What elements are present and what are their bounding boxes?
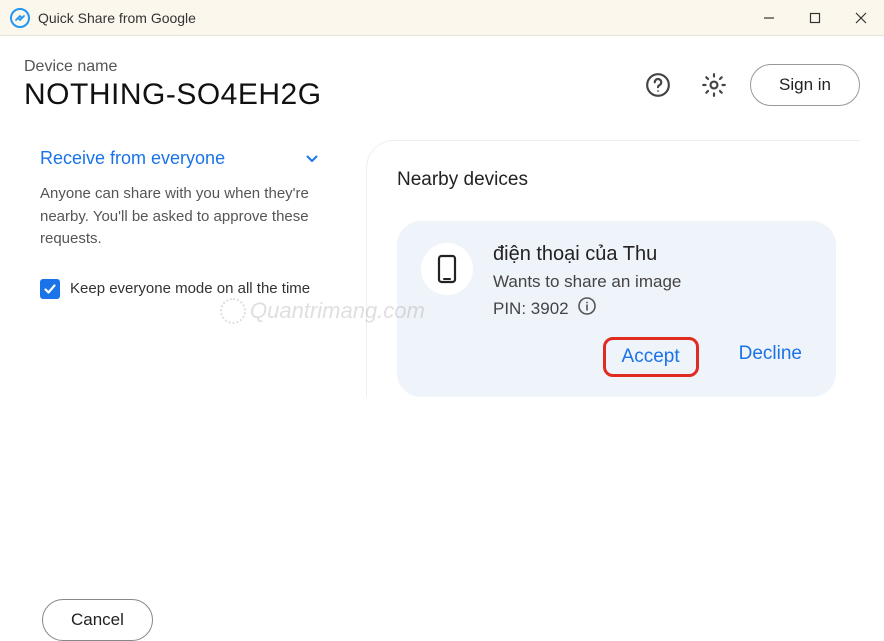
quick-share-icon [10, 8, 30, 28]
keep-mode-label: Keep everyone mode on all the time [70, 280, 310, 297]
pin-row: PIN: 3902 [493, 296, 812, 321]
keep-mode-row[interactable]: Keep everyone mode on all the time [40, 279, 318, 299]
right-panel: Nearby devices điện thoại của Thu Wants … [366, 140, 860, 397]
header-row: Device name NOTHING-SO4EH2G Sign in [24, 58, 860, 112]
receive-mode-description: Anyone can share with you when they're n… [40, 183, 318, 251]
main-area: Receive from everyone Anyone can share w… [24, 140, 860, 397]
sender-name: điện thoại của Thu [493, 243, 812, 266]
header-actions: Sign in [638, 64, 860, 106]
sign-in-button[interactable]: Sign in [750, 64, 860, 106]
left-panel: Receive from everyone Anyone can share w… [24, 140, 334, 397]
titlebar: Quick Share from Google [0, 0, 884, 36]
receive-mode-dropdown[interactable]: Receive from everyone [40, 148, 318, 169]
footer: Cancel [42, 599, 153, 641]
chevron-down-icon [306, 150, 318, 168]
device-name-label: Device name [24, 58, 322, 76]
pin-label: PIN: 3902 [493, 299, 569, 319]
window-controls [746, 0, 884, 35]
incoming-share-card: điện thoại của Thu Wants to share an ima… [397, 221, 836, 397]
info-icon[interactable] [577, 296, 597, 321]
receive-mode-label: Receive from everyone [40, 148, 225, 169]
minimize-button[interactable] [746, 0, 792, 35]
keep-mode-checkbox[interactable] [40, 279, 60, 299]
share-message: Wants to share an image [493, 272, 812, 292]
accept-button[interactable]: Accept [603, 337, 699, 377]
device-name-block: Device name NOTHING-SO4EH2G [24, 58, 322, 112]
window-title: Quick Share from Google [38, 10, 746, 26]
maximize-button[interactable] [792, 0, 838, 35]
decline-button[interactable]: Decline [729, 337, 812, 377]
phone-icon [421, 243, 473, 295]
nearby-devices-title: Nearby devices [397, 169, 836, 191]
settings-gear-icon[interactable] [694, 65, 734, 105]
device-name: NOTHING-SO4EH2G [24, 78, 322, 112]
card-actions: Accept Decline [421, 337, 812, 377]
content-area: Device name NOTHING-SO4EH2G Sign in [0, 36, 884, 639]
cancel-button[interactable]: Cancel [42, 599, 153, 641]
close-button[interactable] [838, 0, 884, 35]
device-meta: điện thoại của Thu Wants to share an ima… [493, 243, 812, 321]
help-icon[interactable] [638, 65, 678, 105]
